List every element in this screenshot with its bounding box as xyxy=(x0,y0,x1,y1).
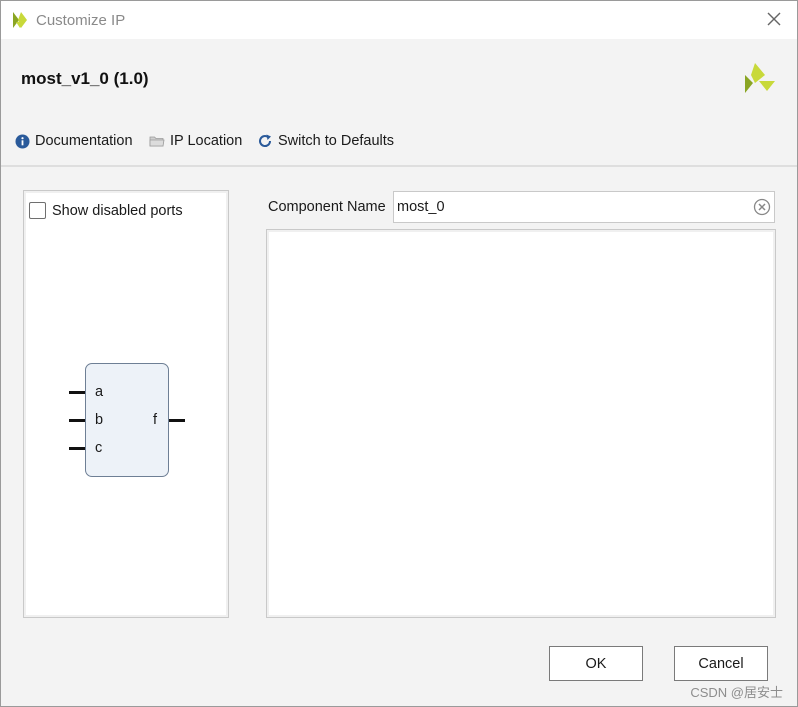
cancel-button[interactable]: Cancel xyxy=(674,646,768,681)
port-f-pin xyxy=(169,419,185,422)
port-f-label: f xyxy=(153,412,158,428)
port-a-pin xyxy=(69,391,85,394)
info-icon xyxy=(15,134,30,148)
show-disabled-ports-label: Show disabled ports xyxy=(52,202,183,219)
folder-icon xyxy=(149,136,165,147)
checkbox-box[interactable] xyxy=(29,202,46,219)
window-title: Customize IP xyxy=(36,12,126,29)
documentation-label: Documentation xyxy=(35,133,133,149)
port-c-label: c xyxy=(95,440,103,456)
parameters-panel xyxy=(266,229,776,618)
xilinx-logo-icon xyxy=(13,12,27,28)
switch-defaults-button[interactable]: Switch to Defaults xyxy=(257,133,394,149)
customize-ip-dialog: Customize IP most_v1_0 (1.0) Documentati… xyxy=(0,0,798,707)
ip-header: most_v1_0 (1.0) xyxy=(1,39,797,119)
refresh-icon xyxy=(259,134,272,147)
component-name-field[interactable] xyxy=(393,191,775,223)
ip-location-label: IP Location xyxy=(170,133,243,149)
port-b-pin xyxy=(69,419,85,422)
port-a-label: a xyxy=(95,384,104,400)
ip-block-symbol: a b c f xyxy=(85,363,169,477)
toolbar: Documentation IP Location Switch to Defa… xyxy=(1,129,797,159)
close-icon[interactable] xyxy=(765,10,783,28)
toolbar-divider xyxy=(1,165,797,167)
component-name-input[interactable] xyxy=(397,197,747,217)
documentation-button[interactable]: Documentation xyxy=(15,133,133,149)
ip-title: most_v1_0 (1.0) xyxy=(21,69,149,88)
ok-button[interactable]: OK xyxy=(549,646,643,681)
xilinx-logo-icon xyxy=(745,63,775,93)
title-bar: Customize IP xyxy=(1,1,797,39)
watermark-text: CSDN @居安士 xyxy=(690,685,783,700)
component-name-label: Component Name xyxy=(268,199,386,215)
clear-icon[interactable] xyxy=(753,198,771,216)
symbol-panel: Show disabled ports a b c f xyxy=(23,190,229,618)
port-b-label: b xyxy=(95,412,104,428)
ip-location-button[interactable]: IP Location xyxy=(149,133,242,149)
switch-defaults-label: Switch to Defaults xyxy=(278,133,395,149)
port-c-pin xyxy=(69,447,85,450)
show-disabled-ports-checkbox[interactable]: Show disabled ports xyxy=(29,202,183,219)
